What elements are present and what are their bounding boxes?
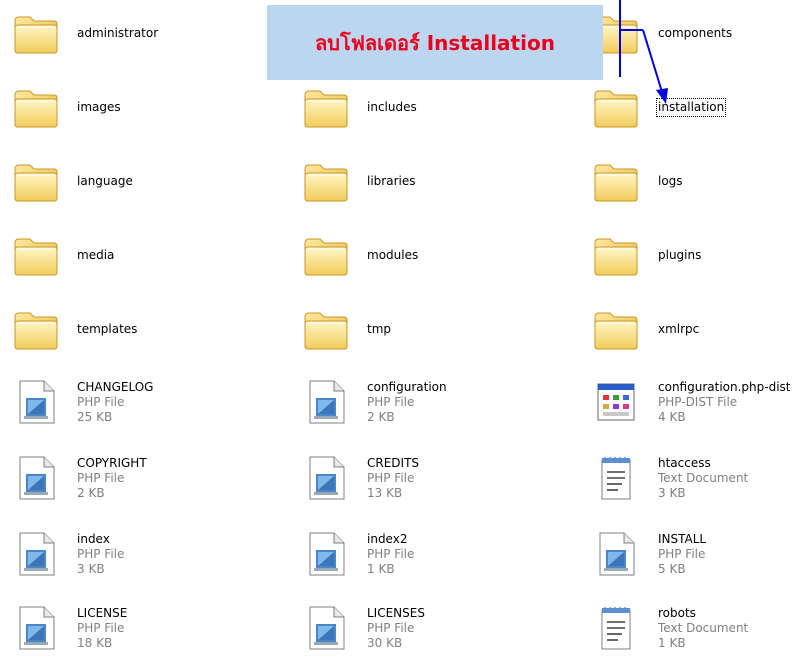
- file-size: 13 KB: [367, 486, 403, 500]
- folder-label: language: [77, 174, 133, 188]
- file-name: CHANGELOG: [77, 380, 154, 394]
- folder-icon: [12, 306, 60, 354]
- folder-icon: [302, 232, 350, 280]
- file-name: configuration.php-dist: [658, 380, 791, 394]
- file-type: PHP File: [77, 395, 125, 409]
- folder-icon: [592, 158, 640, 206]
- file-size: 5 KB: [658, 562, 686, 576]
- file-size: 1 KB: [658, 636, 686, 650]
- file-type: PHP File: [367, 471, 415, 485]
- php-file-icon: [302, 604, 350, 652]
- file-name: index2: [367, 532, 408, 546]
- file-type: PHP File: [658, 547, 706, 561]
- annotation-banner: ลบโฟลเดอร์ Installation: [267, 5, 603, 80]
- app-window-icon: [592, 378, 640, 426]
- annotation-text: ลบโฟลเดอร์ Installation: [315, 30, 555, 55]
- file-name: COPYRIGHT: [77, 456, 147, 470]
- folder-icon: [302, 84, 350, 132]
- file-type: PHP-DIST File: [658, 395, 738, 409]
- file-size: 3 KB: [658, 486, 686, 500]
- folder-label: libraries: [367, 174, 416, 188]
- folder-label: modules: [367, 248, 419, 262]
- folder-icon: [302, 306, 350, 354]
- file-type: Text Document: [658, 471, 749, 485]
- folder-label: templates: [77, 322, 138, 336]
- file-name: index: [77, 532, 110, 546]
- php-file-icon: [12, 378, 60, 426]
- folder-label: tmp: [367, 322, 392, 336]
- folder-label: xmlrpc: [658, 322, 700, 336]
- folder-icon: [12, 158, 60, 206]
- folder-label: plugins: [658, 248, 702, 262]
- folder-label: components: [658, 26, 733, 40]
- file-type: PHP File: [367, 621, 415, 635]
- file-size: 18 KB: [77, 636, 113, 650]
- text-document-icon: [592, 454, 640, 502]
- file-size: 1 KB: [367, 562, 395, 576]
- folder-label: media: [77, 248, 115, 262]
- folder-label: logs: [658, 174, 683, 188]
- file-size: 4 KB: [658, 410, 686, 424]
- file-type: PHP File: [77, 471, 125, 485]
- folder-label: includes: [367, 100, 417, 114]
- file-size: 30 KB: [367, 636, 403, 650]
- file-size: 2 KB: [77, 486, 105, 500]
- file-type: PHP File: [367, 395, 415, 409]
- folder-label: administrator: [77, 26, 159, 40]
- file-name: LICENSES: [367, 606, 425, 620]
- file-name: INSTALL: [658, 532, 707, 546]
- file-name: robots: [658, 606, 696, 620]
- file-name: configuration: [367, 380, 447, 394]
- php-file-icon: [12, 530, 60, 578]
- folder-icon: [12, 10, 60, 58]
- php-file-icon: [302, 378, 350, 426]
- file-size: 2 KB: [367, 410, 395, 424]
- file-size: 25 KB: [77, 410, 113, 424]
- file-type: PHP File: [77, 621, 125, 635]
- text-document-icon: [592, 604, 640, 652]
- file-type: Text Document: [658, 621, 749, 635]
- file-name: htaccess: [658, 456, 711, 470]
- php-file-icon: [12, 454, 60, 502]
- folder-icon: [592, 84, 640, 132]
- file-type: PHP File: [367, 547, 415, 561]
- folder-icon: [592, 232, 640, 280]
- php-file-icon: [12, 604, 60, 652]
- file-name: LICENSE: [77, 606, 128, 620]
- folder-icon: [12, 84, 60, 132]
- php-file-icon: [302, 530, 350, 578]
- file-name: CREDITS: [367, 456, 420, 470]
- folder-label: installation: [655, 98, 727, 117]
- file-size: 3 KB: [77, 562, 105, 576]
- php-file-icon: [592, 530, 640, 578]
- file-type: PHP File: [77, 547, 125, 561]
- folder-label: images: [77, 100, 121, 114]
- folder-icon: [12, 232, 60, 280]
- php-file-icon: [302, 454, 350, 502]
- folder-icon: [592, 306, 640, 354]
- folder-icon: [302, 158, 350, 206]
